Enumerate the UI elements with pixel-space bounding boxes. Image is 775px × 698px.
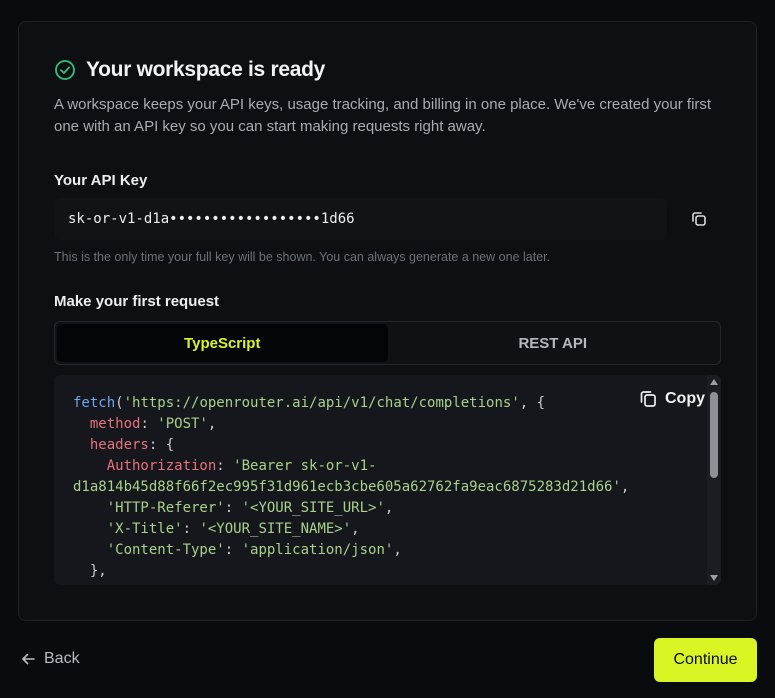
scroll-thumb[interactable] (710, 392, 718, 478)
copy-label: Copy (665, 390, 705, 407)
page-title: Your workspace is ready (86, 58, 325, 81)
tab-typescript[interactable]: TypeScript (57, 324, 388, 362)
api-key-value: sk-or-v1-d1a••••••••••••••••••1d66 (68, 211, 355, 227)
code-block[interactable]: fetch('https://openrouter.ai/api/v1/chat… (54, 375, 721, 585)
copy-icon (638, 389, 658, 409)
arrow-left-icon (20, 651, 36, 667)
continue-button[interactable]: Continue (654, 638, 757, 682)
workspace-card: Your workspace is ready A workspace keep… (18, 21, 757, 621)
api-key-field[interactable]: sk-or-v1-d1a••••••••••••••••••1d66 (54, 198, 667, 240)
copy-code-button[interactable]: Copy (632, 387, 705, 411)
api-key-label: Your API Key (54, 172, 148, 189)
back-label: Back (44, 650, 80, 667)
back-button[interactable]: Back (20, 650, 80, 668)
title-row: Your workspace is ready (54, 58, 325, 82)
code-content: fetch('https://openrouter.ai/api/v1/chat… (73, 395, 630, 579)
copy-icon (690, 210, 708, 228)
api-key-note: This is the only time your full key will… (54, 250, 551, 264)
first-request-label: Make your first request (54, 293, 220, 310)
language-tabs: TypeScript REST API (54, 321, 721, 365)
scroll-up-icon[interactable] (710, 379, 718, 385)
scroll-down-icon[interactable] (710, 575, 718, 581)
check-circle-icon (54, 59, 76, 81)
copy-key-button[interactable] (687, 207, 711, 231)
intro-text: A workspace keeps your API keys, usage t… (54, 96, 712, 135)
tab-rest-api[interactable]: REST API (388, 324, 719, 362)
code-scrollbar[interactable] (707, 375, 721, 585)
